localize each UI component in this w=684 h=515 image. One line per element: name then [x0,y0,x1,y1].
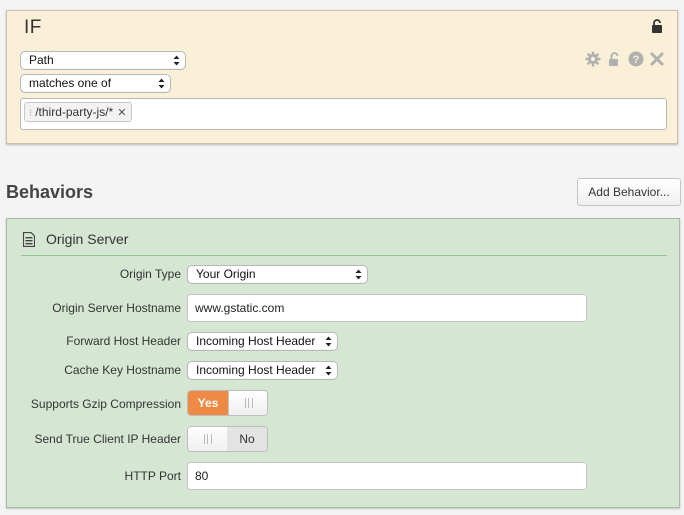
behavior-title: Origin Server [46,231,129,247]
remove-tag-icon[interactable]: ✕ [117,107,126,119]
criteria-value-text: /third-party-js/* [35,105,114,119]
true-client-ip-toggle[interactable]: No [187,426,268,452]
cache-key-hostname-value: Incoming Host Header [196,363,316,377]
hostname-input[interactable] [187,294,587,322]
gzip-label: Supports Gzip Compression [30,397,181,411]
forward-host-header-label: Forward Host Header [66,334,181,348]
lock-open-icon[interactable] [608,51,621,67]
forward-host-header-value: Incoming Host Header [196,334,316,348]
document-icon [23,232,35,247]
gzip-toggle[interactable]: Yes [187,390,268,416]
hostname-label: Origin Server Hostname [52,301,181,315]
drag-handle-icon[interactable]: ⁝ [29,108,32,119]
forward-host-header-select[interactable]: Incoming Host Header [187,332,338,351]
select-arrows-icon [355,269,362,280]
select-arrows-icon [325,365,332,376]
criteria-values-input[interactable]: ⁝/third-party-js/* ✕ [20,98,667,130]
behaviors-heading: Behaviors [6,182,94,202]
criteria-field-select[interactable]: Path [20,51,186,70]
cache-key-hostname-label: Cache Key Hostname [64,363,181,377]
origin-type-label: Origin Type [119,267,181,281]
toggle-off-label: No [227,427,267,451]
cache-key-hostname-select[interactable]: Incoming Host Header [187,361,338,380]
true-client-ip-label: Send True Client IP Header [34,432,181,446]
toggle-knob[interactable] [188,427,229,451]
criteria-operator-select[interactable]: matches one of [20,74,171,93]
add-behavior-button[interactable]: Add Behavior... [577,178,681,206]
help-icon[interactable]: ? [628,51,644,67]
origin-type-select[interactable]: Your Origin [187,265,368,284]
select-arrows-icon [173,55,180,66]
toggle-knob[interactable] [228,391,267,415]
criteria-title: IF [24,17,42,38]
criteria-value-tag[interactable]: ⁝/third-party-js/* ✕ [24,102,133,122]
select-arrows-icon [158,78,165,89]
select-arrows-icon [325,336,332,347]
criteria-field-value: Path [29,53,54,67]
lock-open-icon[interactable] [651,19,663,33]
close-icon[interactable] [649,51,665,67]
criteria-panel: IF Path matches one of ? ⁝ /third-party-… [6,10,678,144]
divider [21,255,667,256]
svg-text:?: ? [633,54,640,66]
http-port-label: HTTP Port [124,469,181,483]
http-port-input[interactable] [187,462,587,490]
criteria-actions: ? [585,51,665,67]
toggle-on-label: Yes [188,391,228,415]
origin-server-behavior: Origin Server Origin Type Your Origin Or… [6,218,680,508]
criteria-operator-value: matches one of [29,76,112,90]
origin-type-value: Your Origin [196,267,256,281]
gear-icon[interactable] [585,51,601,67]
